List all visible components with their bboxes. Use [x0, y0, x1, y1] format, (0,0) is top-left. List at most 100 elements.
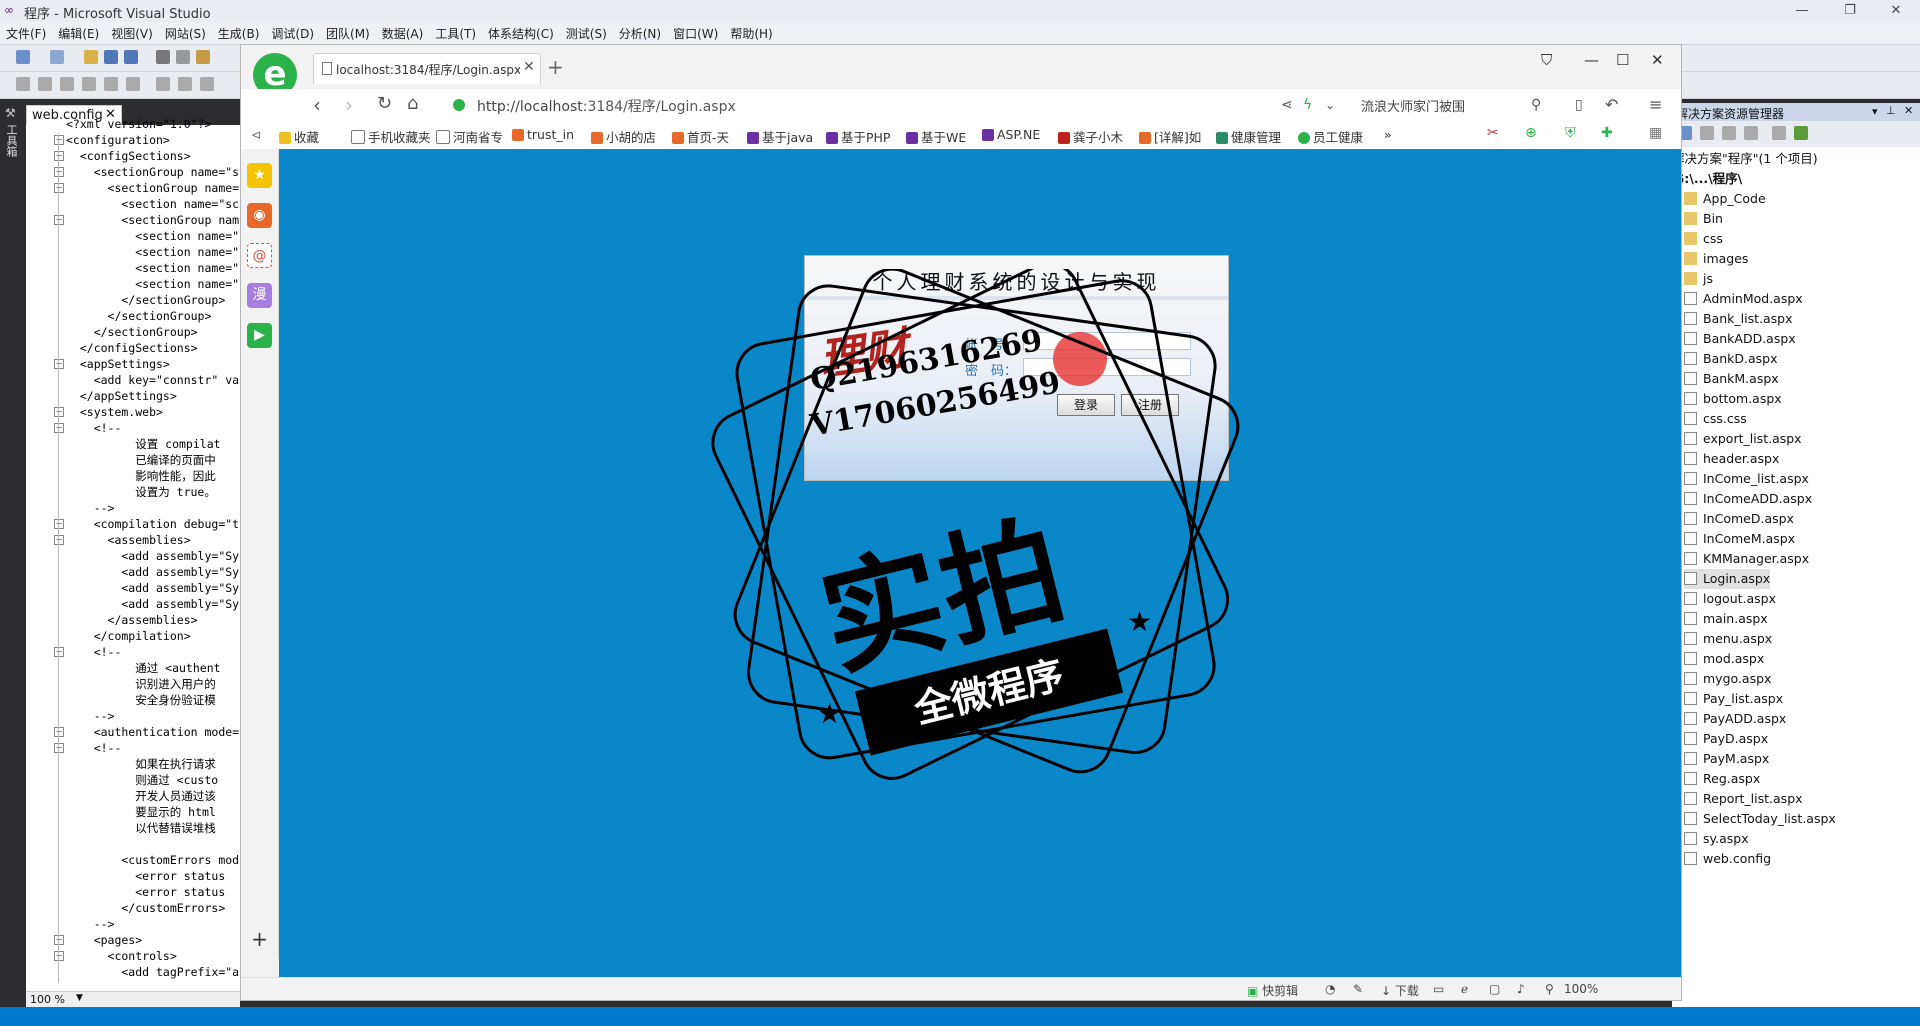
- bookmark-employee-health[interactable]: 员工健康: [1298, 127, 1363, 146]
- indent-icon[interactable]: [38, 77, 52, 91]
- bookmark-trust-in[interactable]: trust_in: [512, 127, 574, 142]
- new-tab-icon[interactable]: +: [547, 55, 564, 79]
- minimize-icon[interactable]: —: [1584, 51, 1599, 69]
- comic-icon[interactable]: 漫: [247, 283, 272, 308]
- solution-item[interactable]: PayM.aspx: [1684, 749, 1769, 769]
- lightning-icon[interactable]: ϟ: [1303, 97, 1312, 113]
- fold-toggle-icon[interactable]: −: [54, 135, 64, 145]
- solution-item[interactable]: AdminMod.aspx: [1684, 289, 1803, 309]
- fold-toggle-icon[interactable]: −: [54, 743, 64, 753]
- layout-icon[interactable]: [156, 77, 170, 91]
- back-icon[interactable]: ‹: [313, 93, 321, 117]
- translate-icon[interactable]: ⊕: [1525, 125, 1537, 141]
- view-designer-icon[interactable]: [1772, 126, 1786, 140]
- format-icon[interactable]: [16, 77, 30, 91]
- bookmark-icon[interactable]: [126, 77, 140, 91]
- pin-icon[interactable]: ✎: [1353, 982, 1363, 996]
- save-all-icon[interactable]: [124, 50, 138, 64]
- solution-item[interactable]: PayADD.aspx: [1684, 709, 1786, 729]
- undo-icon[interactable]: ↶: [1605, 95, 1618, 114]
- menu-architecture[interactable]: 体系结构(C): [482, 22, 560, 42]
- zoom-icon[interactable]: ⚲: [1545, 982, 1554, 996]
- fold-toggle-icon[interactable]: −: [54, 359, 64, 369]
- fold-toggle-icon[interactable]: −: [54, 215, 64, 225]
- fold-toggle-icon[interactable]: −: [54, 151, 64, 161]
- solution-item[interactable]: css.css: [1684, 409, 1747, 429]
- copy-website-icon[interactable]: [1794, 126, 1808, 140]
- bookmark-php[interactable]: 基于PHP: [826, 127, 890, 146]
- save-icon[interactable]: [104, 50, 118, 64]
- close-icon[interactable]: ✕: [1876, 2, 1916, 20]
- shield-icon[interactable]: ⛨: [1565, 125, 1576, 141]
- close-panel-icon[interactable]: ✕: [1904, 104, 1913, 117]
- menu-data[interactable]: 数据(A): [376, 22, 430, 42]
- bookmark-aspnet[interactable]: ASP.NE: [982, 127, 1040, 142]
- close-tab-icon[interactable]: ✕: [523, 59, 535, 75]
- bookmark-detail[interactable]: [详解]如: [1139, 127, 1201, 146]
- collapse-sidebar-icon[interactable]: ⊲: [251, 127, 261, 142]
- solution-item[interactable]: menu.aspx: [1684, 629, 1772, 649]
- bookmark-favorites[interactable]: 收藏: [279, 127, 319, 146]
- minimize-icon[interactable]: —: [1782, 2, 1822, 20]
- solution-node[interactable]: 解决方案"程序"(1 个项目): [1672, 149, 1818, 169]
- solution-item[interactable]: Login.aspx: [1684, 569, 1771, 589]
- solution-item[interactable]: Bank_list.aspx: [1684, 309, 1792, 329]
- maximize-icon[interactable]: ☐: [1616, 51, 1629, 69]
- add-item-icon[interactable]: [50, 50, 64, 64]
- solution-item[interactable]: css: [1684, 229, 1723, 249]
- search-icon[interactable]: ⚲: [1531, 97, 1541, 113]
- solution-item[interactable]: main.aspx: [1684, 609, 1768, 629]
- fold-toggle-icon[interactable]: −: [54, 727, 64, 737]
- star-icon[interactable]: ★: [247, 163, 272, 188]
- clip-button[interactable]: ▣ 快剪辑: [1247, 982, 1298, 999]
- bookmark-home-tian[interactable]: 首页-天: [672, 127, 729, 146]
- solution-item[interactable]: Report_list.aspx: [1684, 789, 1803, 809]
- solution-item[interactable]: PayD.aspx: [1684, 729, 1768, 749]
- menu-help[interactable]: 帮助(H): [724, 22, 778, 42]
- fold-toggle-icon[interactable]: −: [54, 951, 64, 961]
- bookmark-henan[interactable]: 河南省专: [436, 127, 503, 146]
- menu-edit[interactable]: 编辑(E): [52, 22, 105, 42]
- outdent-icon[interactable]: [60, 77, 74, 91]
- menu-website[interactable]: 网站(S): [159, 22, 212, 42]
- menu-test[interactable]: 测试(S): [560, 22, 613, 42]
- cut-icon[interactable]: [156, 50, 170, 64]
- solution-item[interactable]: sy.aspx: [1684, 829, 1749, 849]
- solution-item[interactable]: App_Code: [1684, 189, 1766, 209]
- new-project-icon[interactable]: [16, 50, 30, 64]
- bookmark-we[interactable]: 基于WE: [906, 127, 966, 146]
- fold-toggle-icon[interactable]: −: [54, 519, 64, 529]
- open-icon[interactable]: [84, 50, 98, 64]
- comment-icon[interactable]: [82, 77, 96, 91]
- bookmark-xiaohu[interactable]: 小胡的店: [591, 127, 656, 146]
- project-node[interactable]: G:\...\程序\: [1674, 169, 1742, 189]
- add-icon[interactable]: +: [247, 927, 272, 952]
- fold-toggle-icon[interactable]: −: [54, 167, 64, 177]
- solution-item[interactable]: mod.aspx: [1684, 649, 1764, 669]
- address-dropdown-icon[interactable]: ⌄: [1325, 98, 1335, 112]
- fold-toggle-icon[interactable]: −: [54, 935, 64, 945]
- solution-item[interactable]: mygo.aspx: [1684, 669, 1771, 689]
- speed-icon[interactable]: ◔: [1325, 982, 1335, 996]
- view-code-icon[interactable]: [1744, 126, 1758, 140]
- select-icon[interactable]: [200, 77, 214, 91]
- solution-item[interactable]: BankD.aspx: [1684, 349, 1778, 369]
- shirt-icon[interactable]: ⛉: [1541, 51, 1552, 69]
- mail-icon[interactable]: @: [247, 243, 272, 268]
- browser-tab-login[interactable]: localhost:3184/程序/Login.aspx ✕: [313, 53, 541, 84]
- scissors-icon[interactable]: ✂: [1487, 125, 1499, 141]
- zoom-dropdown-icon[interactable]: ▼: [76, 993, 83, 1003]
- bookmark-mobile[interactable]: 手机收藏夹: [351, 127, 431, 146]
- game-icon[interactable]: ✚: [1601, 125, 1613, 141]
- menu-view[interactable]: 视图(V): [105, 22, 159, 42]
- share-icon[interactable]: ⋖: [1281, 97, 1293, 113]
- bookmark-health[interactable]: 健康管理: [1216, 127, 1281, 146]
- copy-icon[interactable]: [176, 50, 190, 64]
- solution-item[interactable]: InComeD.aspx: [1684, 509, 1794, 529]
- solution-item[interactable]: js: [1684, 269, 1713, 289]
- download-button[interactable]: ↓ 下载: [1381, 982, 1419, 999]
- solution-item[interactable]: InComeADD.aspx: [1684, 489, 1812, 509]
- reload-icon[interactable]: ↻: [377, 93, 392, 114]
- ie-icon[interactable]: ℯ: [1461, 982, 1468, 996]
- solution-item[interactable]: header.aspx: [1684, 449, 1779, 469]
